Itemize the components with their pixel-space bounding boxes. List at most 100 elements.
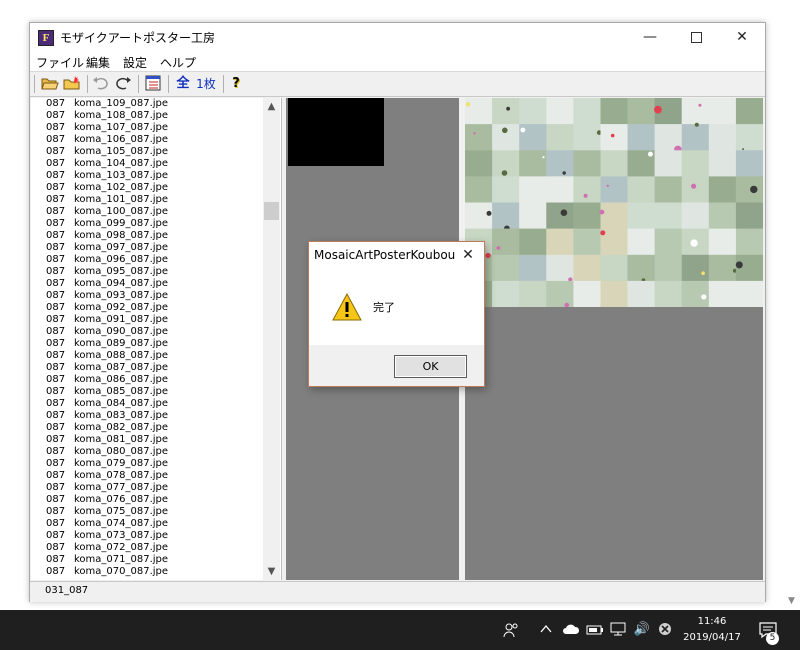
list-item-number: 087 (46, 314, 66, 325)
list-item[interactable]: 087 koma_070_087.jpe (31, 566, 281, 578)
list-item-number: 087 (46, 374, 66, 385)
list-item[interactable]: 087 koma_103_087.jpe (31, 170, 281, 182)
show-hidden-icons-button[interactable] (538, 622, 554, 640)
list-item[interactable]: 087 koma_092_087.jpe (31, 302, 281, 314)
list-item[interactable]: 087 koma_072_087.jpe (31, 542, 281, 554)
list-item[interactable]: 087 koma_106_087.jpe (31, 134, 281, 146)
list-item[interactable]: 087 koma_080_087.jpe (31, 446, 281, 458)
menu-edit[interactable]: 編集 (86, 54, 110, 71)
help-button[interactable]: ? (228, 75, 244, 93)
list-item[interactable]: 087 koma_099_087.jpe (31, 218, 281, 230)
title-bar[interactable]: F モザイクアートポスター工房 — ✕ (30, 23, 765, 51)
dialog-message: 完了 (373, 301, 395, 314)
list-item[interactable]: 087 koma_096_087.jpe (31, 254, 281, 266)
list-item-number: 087 (46, 350, 66, 361)
list-item[interactable]: 087 koma_097_087.jpe (31, 242, 281, 254)
list-item-number: 087 (46, 194, 66, 205)
scroll-up-icon[interactable]: ▲ (263, 98, 280, 115)
list-item[interactable]: 087 koma_075_087.jpe (31, 506, 281, 518)
volume-button[interactable]: 🔊 (633, 622, 651, 637)
onedrive-button[interactable] (561, 622, 581, 640)
open-folder-button[interactable] (41, 75, 59, 93)
list-item[interactable]: 087 koma_084_087.jpe (31, 398, 281, 410)
list-item[interactable]: 087 koma_100_087.jpe (31, 206, 281, 218)
list-item[interactable]: 087 koma_091_087.jpe (31, 314, 281, 326)
minimize-button[interactable]: — (627, 23, 673, 51)
close-button[interactable]: ✕ (719, 23, 765, 51)
one-sheet-button[interactable]: 1枚 (194, 75, 218, 93)
clock-date: 2019/04/17 (683, 632, 741, 643)
list-item[interactable]: 087 koma_083_087.jpe (31, 410, 281, 422)
list-item-filename: koma_098_087.jpe (74, 230, 169, 241)
network-button[interactable] (609, 622, 627, 640)
list-item-filename: koma_107_087.jpe (74, 122, 169, 133)
list-item[interactable]: 087 koma_076_087.jpe (31, 494, 281, 506)
list-item[interactable]: 087 koma_101_087.jpe (31, 194, 281, 206)
list-item[interactable]: 087 koma_093_087.jpe (31, 290, 281, 302)
dialog-close-button[interactable]: ✕ (455, 244, 481, 266)
list-item-number: 087 (46, 494, 66, 505)
list-view-button[interactable] (144, 75, 162, 93)
list-item-number: 087 (46, 242, 66, 253)
file-list[interactable]: 087 koma_109_087.jpe 087 koma_108_087.jpe 08… (31, 98, 282, 580)
scroll-down-icon[interactable]: ▼ (263, 563, 280, 580)
list-item[interactable]: 087 koma_105_087.jpe (31, 146, 281, 158)
list-item[interactable]: 087 koma_078_087.jpe (31, 470, 281, 482)
list-item[interactable]: 087 koma_088_087.jpe (31, 350, 281, 362)
network-icon (610, 622, 626, 636)
scroll-down-icon: ▼ (788, 596, 795, 606)
list-item-number: 087 (46, 554, 66, 565)
list-item[interactable]: 087 koma_087_087.jpe (31, 362, 281, 374)
ok-button[interactable]: OK (394, 355, 467, 378)
file-list-scrollbar[interactable]: ▲ ▼ (263, 98, 280, 580)
list-item[interactable]: 087 koma_095_087.jpe (31, 266, 281, 278)
list-item-filename: koma_081_087.jpe (74, 434, 169, 445)
list-item[interactable]: 087 koma_090_087.jpe (31, 326, 281, 338)
list-item-number: 087 (46, 158, 66, 169)
undo-button[interactable] (92, 75, 110, 93)
all-button[interactable]: 全 (174, 75, 192, 93)
list-item[interactable]: 087 koma_094_087.jpe (31, 278, 281, 290)
list-item-number: 087 (46, 98, 66, 109)
list-item[interactable]: 087 koma_104_087.jpe (31, 158, 281, 170)
notification-off-button[interactable] (657, 622, 673, 640)
list-item-number: 087 (46, 482, 66, 493)
new-folder-button[interactable] (63, 75, 81, 93)
dialog-title: MosaicArtPosterKoubou (314, 248, 456, 262)
list-item[interactable]: 087 koma_074_087.jpe (31, 518, 281, 530)
menu-help[interactable]: ヘルプ (160, 54, 196, 71)
list-item[interactable]: 087 koma_077_087.jpe (31, 482, 281, 494)
clock[interactable]: 11:46 2019/04/17 (672, 614, 752, 646)
list-item[interactable]: 087 koma_108_087.jpe (31, 110, 281, 122)
list-item[interactable]: 087 koma_085_087.jpe (31, 386, 281, 398)
redo-button[interactable] (114, 75, 132, 93)
list-item-filename: koma_099_087.jpe (74, 218, 169, 229)
cloud-icon (563, 624, 580, 634)
list-item[interactable]: 087 koma_098_087.jpe (31, 230, 281, 242)
list-item[interactable]: 087 koma_082_087.jpe (31, 422, 281, 434)
list-item[interactable]: 087 koma_102_087.jpe (31, 182, 281, 194)
maximize-button[interactable] (673, 23, 719, 51)
list-item[interactable]: 087 koma_089_087.jpe (31, 338, 281, 350)
scroll-thumb[interactable] (264, 202, 279, 220)
list-item-filename: koma_077_087.jpe (74, 482, 169, 493)
list-item-number: 087 (46, 386, 66, 397)
list-item[interactable]: 087 koma_081_087.jpe (31, 434, 281, 446)
list-item-number: 087 (46, 254, 66, 265)
list-item-number: 087 (46, 278, 66, 289)
menu-bar: ファイル 編集 設定 ヘルプ (30, 51, 765, 71)
list-item[interactable]: 087 koma_107_087.jpe (31, 122, 281, 134)
menu-file[interactable]: ファイル (36, 54, 84, 71)
list-item[interactable]: 087 koma_073_087.jpe (31, 530, 281, 542)
people-button[interactable] (502, 622, 520, 642)
list-item[interactable]: 087 koma_109_087.jpe (31, 98, 281, 110)
list-item-number: 087 (46, 518, 66, 529)
battery-button[interactable] (586, 622, 604, 640)
list-item[interactable]: 087 koma_071_087.jpe (31, 554, 281, 566)
menu-settings[interactable]: 設定 (123, 54, 147, 71)
open-folder-icon (41, 78, 59, 90)
clock-time: 11:46 (697, 616, 727, 627)
list-item[interactable]: 087 koma_079_087.jpe (31, 458, 281, 470)
list-item-filename: koma_104_087.jpe (74, 158, 169, 169)
list-item[interactable]: 087 koma_086_087.jpe (31, 374, 281, 386)
